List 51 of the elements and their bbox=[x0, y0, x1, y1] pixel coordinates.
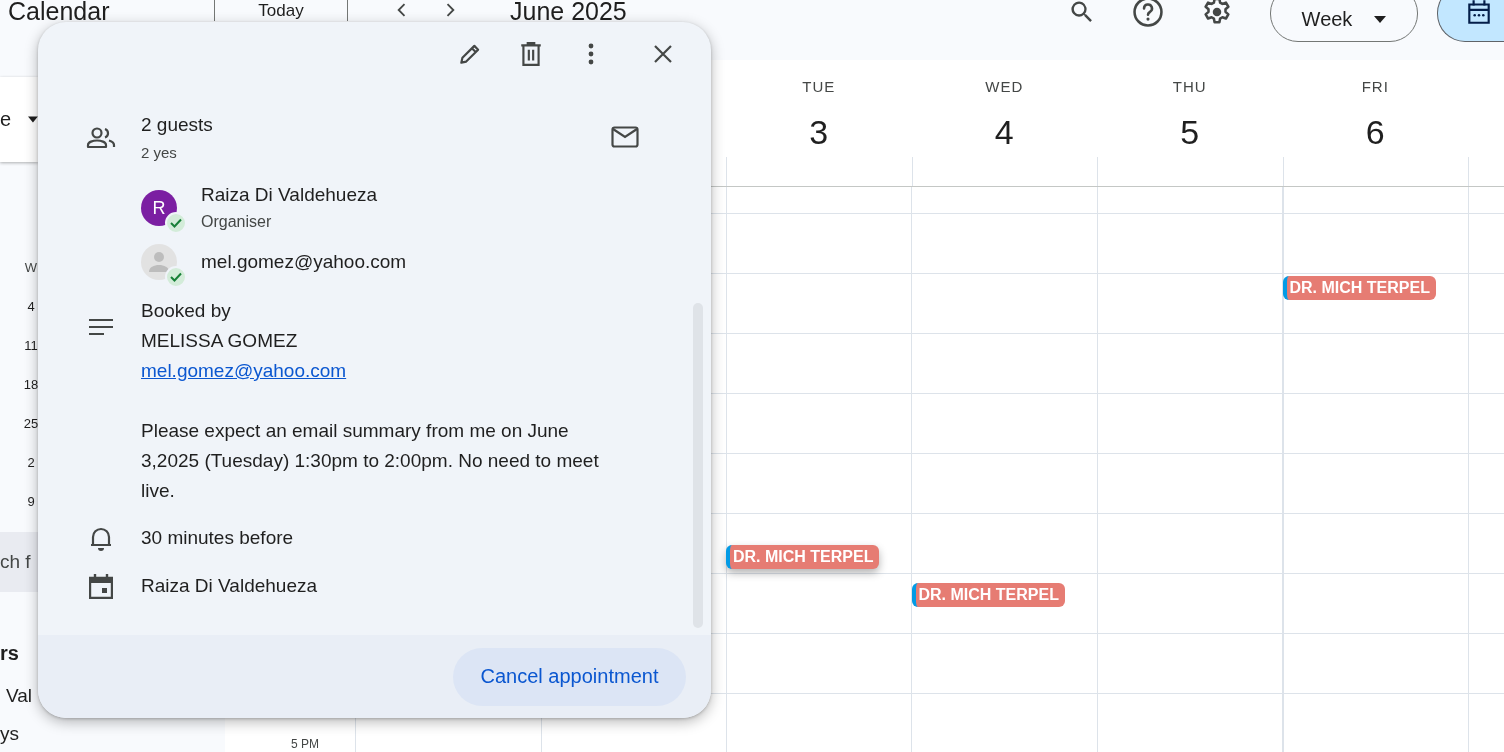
guest-name: mel.gomez@yahoo.com bbox=[201, 250, 407, 274]
time-label: 5 PM bbox=[291, 737, 319, 751]
day-name: FRI bbox=[1361, 78, 1389, 96]
day-number[interactable]: 6 bbox=[1365, 113, 1385, 151]
description-text: Please expect an email summary from me on June 3,2025 (Tuesday) 1:30pm to 2:00pm. No need to meet live. bbox=[141, 419, 600, 503]
mini-calendar-day[interactable]: 2 bbox=[27, 453, 35, 492]
day-name: THU bbox=[1172, 78, 1207, 96]
avatar bbox=[141, 244, 177, 280]
email-icon[interactable] bbox=[611, 126, 639, 148]
reminder-text: 30 minutes before bbox=[141, 526, 294, 550]
description-icon bbox=[88, 318, 113, 336]
calendar-list-item[interactable]: ys bbox=[0, 723, 19, 745]
mini-calendar-day[interactable]: 18 bbox=[23, 375, 39, 414]
search-people-field[interactable]: ch f bbox=[0, 532, 38, 592]
guest-name: Raiza Di Valdehueza bbox=[201, 183, 378, 207]
email-link[interactable]: mel.gomez@yahoo.com bbox=[141, 360, 347, 381]
guest-count: 2 guests bbox=[141, 113, 214, 137]
response-summary: 2 yes bbox=[141, 143, 178, 163]
description-heading: Booked by bbox=[141, 299, 232, 323]
section-title: rs bbox=[0, 642, 19, 665]
day-number[interactable]: 4 bbox=[994, 113, 1014, 151]
period-title: June 2025 bbox=[510, 0, 627, 22]
mini-calendar-header: W bbox=[24, 259, 38, 277]
calendar-icon bbox=[88, 573, 113, 599]
day-name: TUE bbox=[802, 78, 836, 96]
calendar-name: Raiza Di Valdehueza bbox=[141, 574, 318, 598]
mini-calendar-day[interactable]: 11 bbox=[24, 336, 38, 375]
mini-calendar-day[interactable]: 25 bbox=[23, 414, 39, 453]
day-number[interactable]: 5 bbox=[1180, 113, 1200, 151]
calendar-list-item[interactable]: Val bbox=[6, 685, 33, 707]
mini-calendar-day[interactable]: 4 bbox=[27, 297, 35, 336]
calendar-view-button[interactable] bbox=[1437, 0, 1504, 42]
cancel-appointment-button[interactable]: Cancel appointment bbox=[453, 647, 686, 706]
calendar-icon bbox=[1466, 0, 1492, 26]
app-title: Calendar bbox=[8, 0, 110, 22]
caret-icon bbox=[1374, 15, 1387, 23]
caret-icon bbox=[28, 116, 38, 123]
avatar: R bbox=[141, 190, 177, 226]
today-button[interactable]: Today bbox=[214, 0, 348, 21]
guest-role: Organiser bbox=[201, 212, 273, 232]
close-icon bbox=[653, 44, 673, 64]
bell-icon bbox=[89, 525, 112, 551]
day-name: WED bbox=[985, 78, 1024, 96]
people-icon bbox=[85, 126, 116, 150]
day-number[interactable]: 3 bbox=[809, 113, 829, 151]
mini-calendar-day[interactable]: 9 bbox=[27, 492, 35, 531]
create-button[interactable]: e bbox=[0, 77, 38, 162]
more-icon bbox=[588, 43, 594, 65]
delete-icon bbox=[519, 41, 543, 67]
help-icon[interactable] bbox=[1131, 0, 1165, 29]
booker-name: MELISSA GOMEZ bbox=[141, 329, 299, 353]
